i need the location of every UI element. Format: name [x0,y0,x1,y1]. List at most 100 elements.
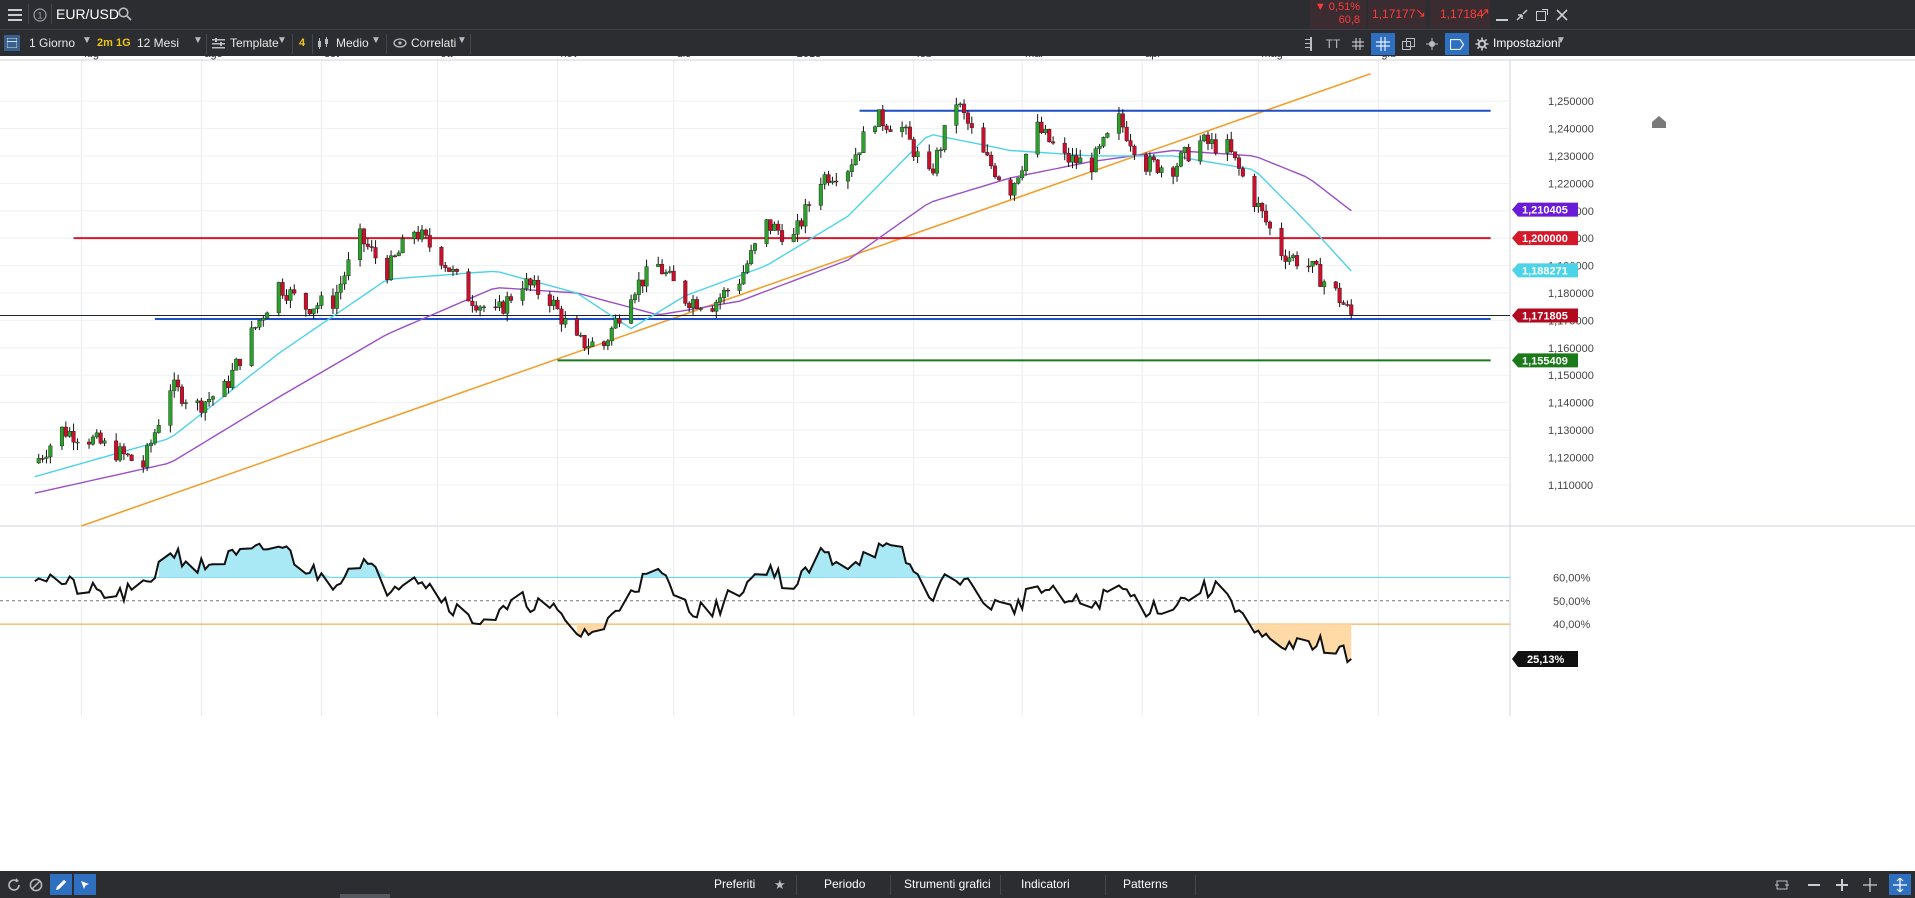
candle-body [737,283,742,291]
candle [1155,158,1160,175]
candle-body [1252,175,1257,207]
candle [1236,154,1241,176]
chart-panel-icon[interactable] [4,35,20,51]
chevron-down-icon[interactable]: ▼ [371,35,381,46]
candle-body [969,123,974,128]
quick-range-1g[interactable]: 1G [116,37,131,49]
candle [392,254,397,258]
text-size-icon[interactable]: TT [1322,34,1344,54]
interval-select[interactable]: 1 Giorno [29,36,75,50]
chevron-down-icon[interactable]: ▼ [82,35,92,46]
candle [876,109,881,128]
chevron-down-icon[interactable]: ▼ [457,35,467,46]
alert-bell-icon[interactable] [1652,116,1666,128]
tab-period[interactable]: Periodo [824,871,865,898]
template-button[interactable]: Template [230,36,279,50]
fit-icon[interactable] [1772,875,1792,895]
candle-body [156,425,161,433]
zoom-out-icon[interactable] [1804,875,1824,895]
candle-body [904,126,909,129]
change-percent: ▼ 0,51% [1314,1,1360,13]
candle [493,299,498,311]
candle-body [292,289,297,294]
candle [993,162,998,179]
gear-icon[interactable] [1473,34,1491,54]
period-select[interactable]: 12 Mesi [137,36,179,50]
candle-body [644,266,649,287]
close-icon[interactable] [1552,4,1572,26]
candle-body [253,326,258,329]
info-icon[interactable]: 1 [30,4,50,26]
shrink-icon[interactable] [1512,4,1532,26]
candle-body [1070,155,1075,163]
minimize-icon[interactable] [1492,4,1512,26]
search-icon[interactable] [116,5,134,23]
pin-icon[interactable] [1421,34,1443,54]
candle-body [338,283,343,293]
candle [911,136,916,161]
expand-panel-icon[interactable] [1889,874,1911,895]
candle [965,110,970,131]
scale-icon[interactable] [1297,34,1319,54]
chevron-down-icon[interactable]: ▼ [277,35,287,46]
tab-indicators[interactable]: Indicatori [1021,871,1070,898]
candle [818,177,823,211]
candle-body [907,126,912,140]
grid-icon[interactable] [1347,34,1369,54]
zoom-in-icon[interactable] [1832,875,1852,895]
chevron-down-icon[interactable]: ▼ [193,35,203,46]
candle [257,319,262,331]
tab-patterns[interactable]: Patterns [1123,871,1168,898]
candle [1205,131,1210,151]
no-entry-icon[interactable] [26,875,46,895]
popout-icon[interactable] [1532,4,1552,26]
candle [396,250,401,257]
candle-body [1205,134,1210,144]
candle-body [63,426,68,437]
candle-body [888,129,893,132]
candle-body [640,279,645,287]
price-tag-label: 1,188271 [1522,265,1568,277]
tag-icon[interactable] [1445,33,1469,55]
candle-body [1047,129,1052,142]
candle-body [1213,139,1218,154]
instrument-name[interactable]: EUR/USD [56,6,119,22]
candle [1089,152,1094,180]
chevron-down-icon[interactable]: ▼ [1556,35,1566,46]
candle-body [454,268,459,272]
tab-favorites[interactable]: Preferiti [714,871,755,898]
settings-button[interactable]: Impostazioni [1493,36,1560,50]
menu-icon[interactable] [4,4,26,26]
ask-box[interactable]: 1,17184 ↗ [1430,0,1490,29]
quick-range-2m[interactable]: 2m [97,37,113,49]
layers-icon[interactable] [1397,34,1419,54]
candle-body [1012,183,1017,196]
candle-body [1310,261,1315,267]
cursor-icon[interactable] [74,874,96,895]
candle-body [822,174,827,185]
pencil-icon[interactable] [50,874,72,895]
crosshair-grid-icon[interactable] [1371,33,1395,55]
month-label: nov [561,56,579,60]
candle [1202,133,1207,143]
star-icon[interactable]: ★ [774,871,786,898]
candle-body [1202,134,1207,141]
candle-body [203,401,208,413]
candle-body [617,318,622,324]
candle-body [551,299,556,306]
refresh-icon[interactable] [4,875,24,895]
candle-body [230,370,235,388]
candle [629,294,634,325]
scroll-thumb[interactable] [340,894,390,898]
candle-body [280,282,285,296]
related-button[interactable]: Correlati [411,36,456,50]
tab-chart-tools[interactable]: Strumenti grafici [904,871,991,898]
bid-box[interactable]: 1,17177 ↘ [1368,0,1426,29]
candle [962,99,967,120]
crosshair-icon[interactable] [1860,875,1880,895]
candle-body [1349,304,1354,315]
chart-type-select[interactable]: Medio [336,36,369,50]
candle-body [1182,147,1187,153]
chart-canvas[interactable]: lug ago set ott nov dic 2018 feb mar apr mag giu 1,… [0,56,1915,871]
candle [1283,249,1288,270]
